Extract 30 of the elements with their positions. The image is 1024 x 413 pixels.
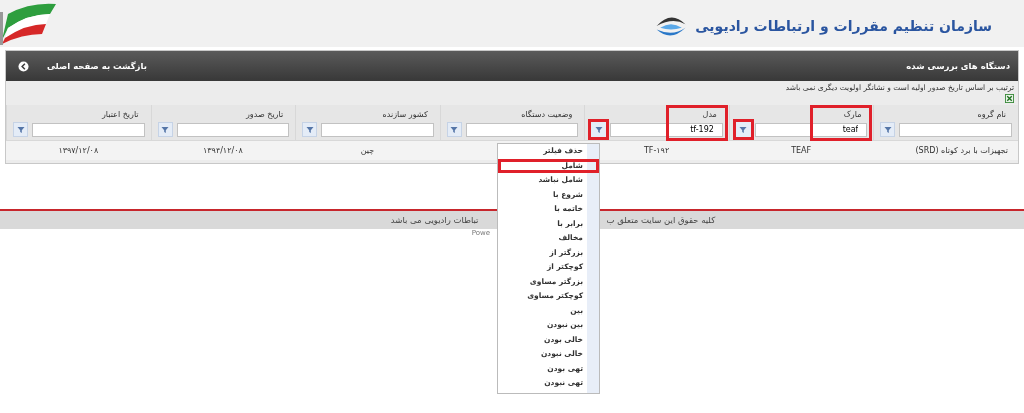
filter-button[interactable] xyxy=(588,119,610,140)
filter-icon xyxy=(16,125,25,134)
filter-icon xyxy=(883,125,892,134)
table-cell: ۱۳۹۷/۱۲/۰۸ xyxy=(6,140,151,160)
filter-icon xyxy=(594,125,603,134)
filter-icon xyxy=(450,125,459,134)
filter-field[interactable] xyxy=(176,122,290,137)
back-link[interactable]: بازگشت به صفحه اصلی xyxy=(47,61,147,71)
column-header[interactable]: مدل xyxy=(585,108,729,122)
filter-field[interactable] xyxy=(465,122,579,137)
filter-icon xyxy=(305,125,314,134)
table-cell: TEAF xyxy=(728,140,874,160)
filter-field[interactable]: teaf xyxy=(754,122,868,137)
table-cell: ۱۳۹۴/۱۲/۰۸ xyxy=(150,140,296,160)
filter-icon xyxy=(161,125,170,134)
filter-field[interactable] xyxy=(321,122,434,137)
excel-icon[interactable] xyxy=(1005,94,1014,103)
table-cell: تجهیزات با برد کوتاه (SRD) xyxy=(873,140,1018,160)
filter-field[interactable]: tf-192 xyxy=(610,122,723,137)
filter-field[interactable] xyxy=(32,122,145,137)
column-header[interactable]: مارک xyxy=(729,108,874,122)
copyright-text: تباطات رادیویی می باشد xyxy=(390,215,479,225)
panel-title: دستگاه های بررسی شده xyxy=(906,61,1010,71)
filter-button[interactable] xyxy=(732,119,754,140)
table-cell: چین xyxy=(295,140,440,160)
copyright-text: کلیه حقوق این سایت متعلق ب xyxy=(606,215,716,225)
filter-icon xyxy=(739,125,748,134)
back-icon[interactable] xyxy=(18,60,29,72)
filter-field[interactable] xyxy=(899,122,1012,137)
site-title: سازمان تنظیم مقررات و ارتباطات رادیویی xyxy=(695,18,992,34)
